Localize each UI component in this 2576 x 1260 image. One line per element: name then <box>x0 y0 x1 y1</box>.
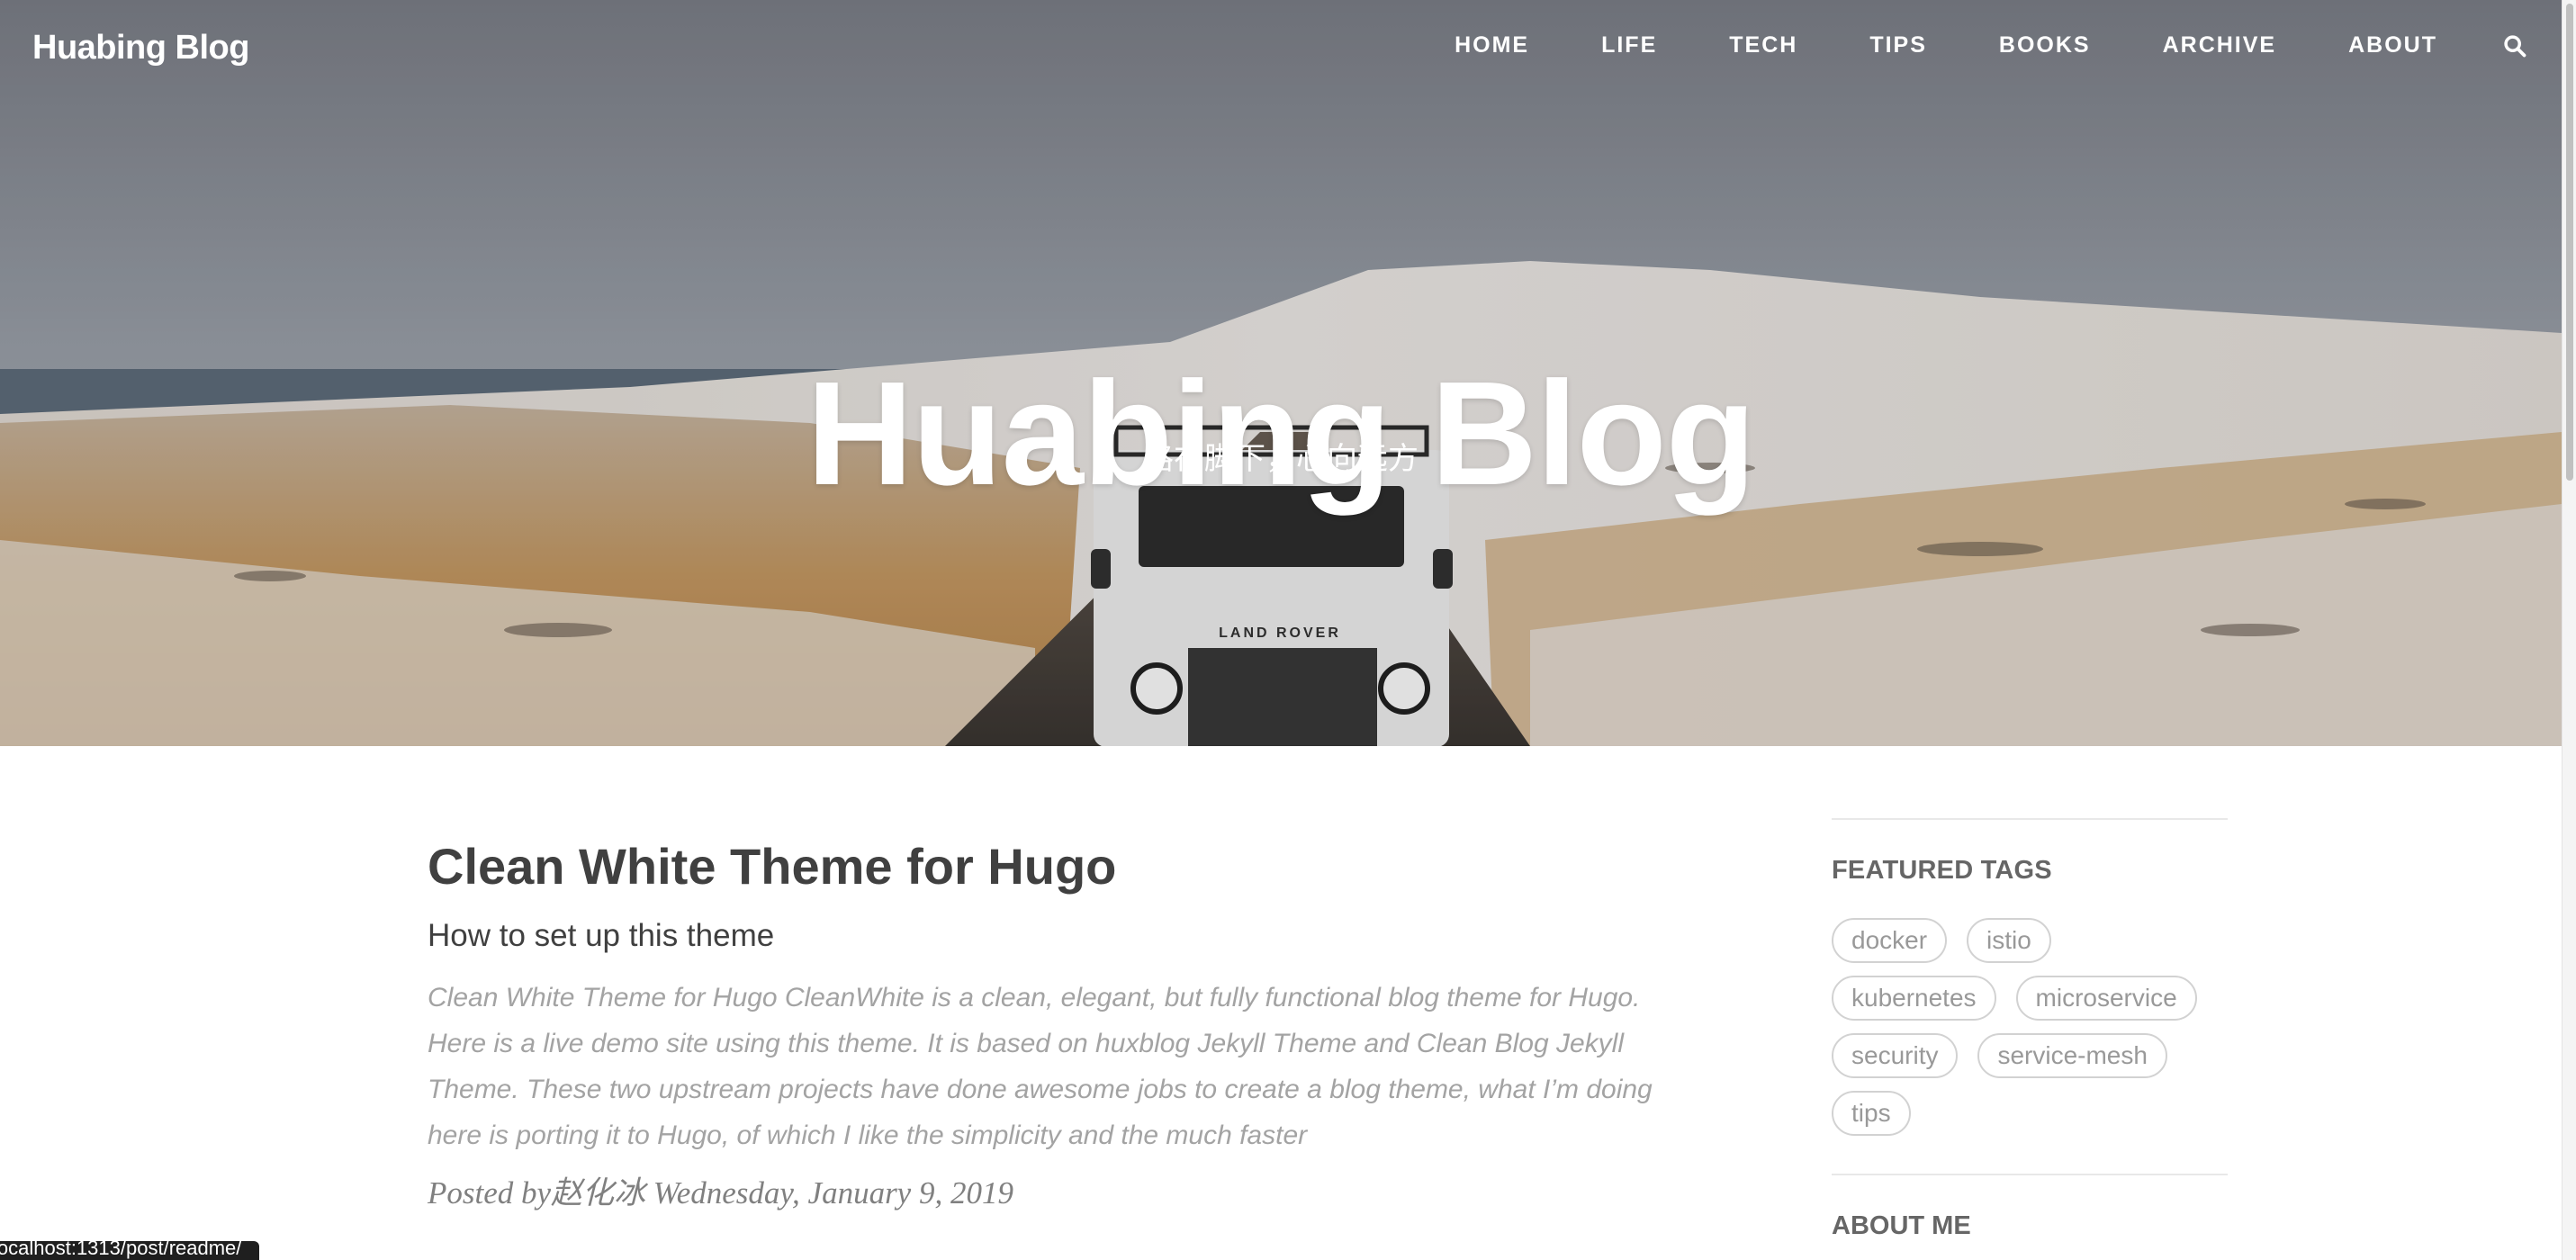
post-excerpt[interactable]: Clean White Theme for Hugo CleanWhite is… <box>428 975 1688 1158</box>
nav-menu: HOME LIFE TECH TIPS BOOKS ARCHIVE ABOUT <box>1383 32 2527 58</box>
post-preview: Clean White Theme for Hugo How to set up… <box>428 832 1688 1213</box>
featured-tags-list: docker istio kubernetes microservice sec… <box>1832 918 2228 1148</box>
about-me-heading: ABOUT ME <box>1832 1211 1971 1240</box>
hero-subtitle: 路在脚下，心向远方 <box>1143 442 1419 476</box>
sidebar: FEATURED TAGS docker istio kubernetes mi… <box>1832 818 2228 1241</box>
nav-item-about[interactable]: ABOUT <box>2348 32 2437 58</box>
post-subtitle[interactable]: How to set up this theme <box>428 915 1688 957</box>
page: LAND ROVER Huabing Blog 路在脚下，心向远方 Huabin… <box>0 0 2576 1260</box>
post-meta: Posted by赵化冰 Wednesday, January 9, 2019 <box>428 1175 1013 1210</box>
page-scrollbar[interactable] <box>2562 0 2576 1260</box>
top-navbar: Huabing Blog HOME LIFE TECH TIPS BOOKS A… <box>0 0 2562 97</box>
tag-service-mesh[interactable]: service-mesh <box>1977 1033 2167 1078</box>
tag-istio[interactable]: istio <box>1967 918 2051 963</box>
search-icon[interactable] <box>2502 33 2527 58</box>
status-bar-url: localhost:1313/post/readme/ <box>0 1241 260 1260</box>
sidebar-divider <box>1832 1174 2228 1175</box>
post-title[interactable]: Clean White Theme for Hugo <box>428 832 1688 901</box>
nav-item-books[interactable]: BOOKS <box>1999 32 2091 58</box>
sidebar-divider <box>1832 818 2228 820</box>
tag-security[interactable]: security <box>1832 1033 1959 1078</box>
hero-header: LAND ROVER Huabing Blog 路在脚下，心向远方 <box>0 0 2562 746</box>
brand-link[interactable]: Huabing Blog <box>32 29 249 68</box>
nav-item-tech[interactable]: TECH <box>1729 32 1797 58</box>
tag-tips[interactable]: tips <box>1832 1091 1911 1136</box>
featured-tags-heading: FEATURED TAGS <box>1832 856 2052 885</box>
tag-docker[interactable]: docker <box>1832 918 1948 963</box>
nav-item-home[interactable]: HOME <box>1455 32 1529 58</box>
tag-kubernetes[interactable]: kubernetes <box>1832 976 1996 1021</box>
nav-item-archive[interactable]: ARCHIVE <box>2163 32 2277 58</box>
nav-item-life[interactable]: LIFE <box>1601 32 1657 58</box>
nav-item-tips[interactable]: TIPS <box>1869 32 1927 58</box>
status-url-text: localhost:1313/post/readme/ <box>0 1241 242 1259</box>
tag-microservice[interactable]: microservice <box>2015 976 2197 1021</box>
scrollbar-thumb[interactable] <box>2566 4 2573 481</box>
